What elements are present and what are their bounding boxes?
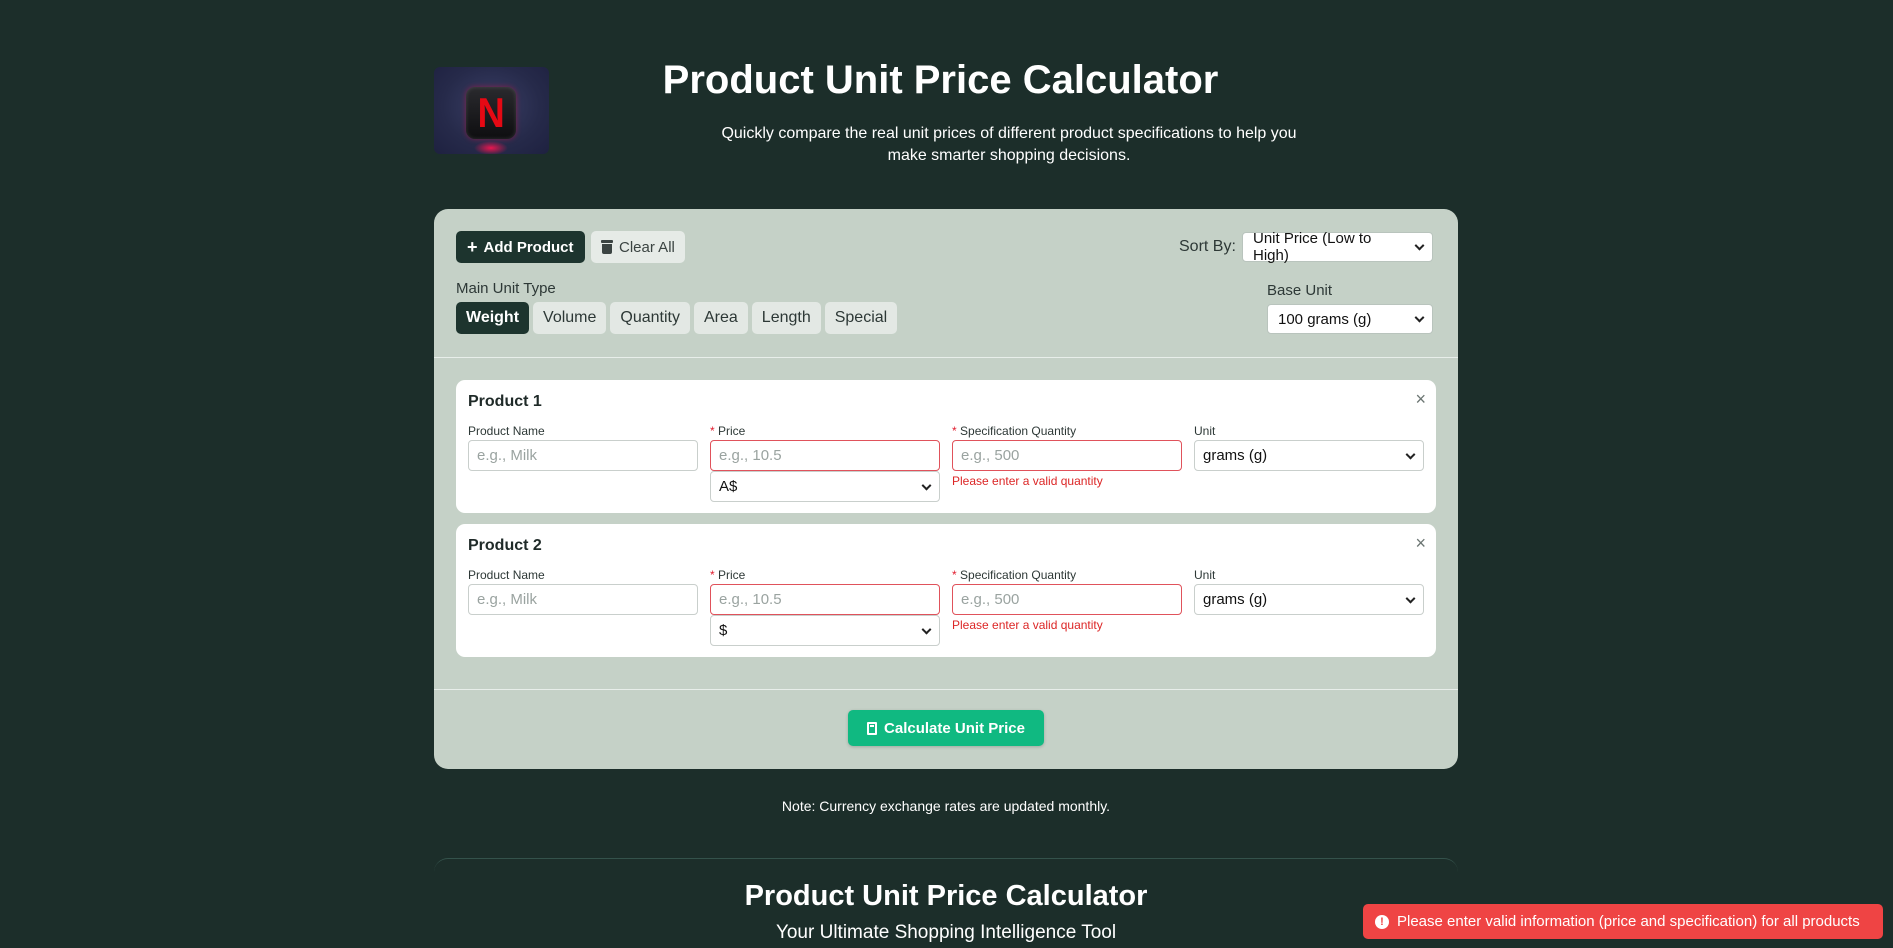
- base-unit-select[interactable]: 100 grams (g): [1267, 304, 1433, 334]
- plus-icon: +: [467, 237, 478, 257]
- chevron-down-icon: [921, 624, 932, 635]
- page-subtitle: Quickly compare the real unit prices of …: [721, 125, 1297, 164]
- price-input[interactable]: e.g., 10.5: [710, 584, 940, 615]
- price-input[interactable]: e.g., 10.5: [710, 440, 940, 471]
- chevron-down-icon: [1414, 312, 1425, 323]
- unit-value: grams (g): [1203, 447, 1268, 464]
- product-card: Product 1 × Product Name e.g., Milk * Pr…: [456, 380, 1436, 513]
- product-name-input[interactable]: e.g., Milk: [468, 440, 698, 471]
- calculator-card: + Add Product Clear All Sort By: Unit Pr…: [434, 209, 1458, 769]
- unit-select[interactable]: grams (g): [1194, 440, 1424, 471]
- unit-label: Unit: [1194, 568, 1216, 582]
- spec-qty-input[interactable]: e.g., 500: [952, 440, 1182, 471]
- clear-all-button[interactable]: Clear All: [591, 231, 685, 263]
- product-name-placeholder: e.g., Milk: [477, 447, 538, 464]
- calculate-button[interactable]: Calculate Unit Price: [848, 710, 1044, 746]
- qty-error-message: Please enter a valid quantity: [952, 474, 1103, 488]
- base-unit-value: 100 grams (g): [1278, 310, 1372, 328]
- tab-area[interactable]: Area: [694, 302, 748, 334]
- product-name-label: Product Name: [468, 568, 545, 582]
- price-placeholder: e.g., 10.5: [719, 447, 782, 464]
- calculate-label: Calculate Unit Price: [884, 719, 1025, 737]
- price-label: * Price: [710, 424, 746, 438]
- currency-select[interactable]: $: [710, 615, 940, 646]
- spec-qty-placeholder: e.g., 500: [961, 447, 1020, 464]
- add-product-label: Add Product: [483, 238, 574, 256]
- product-card: Product 2 × Product Name e.g., Milk * Pr…: [456, 524, 1436, 657]
- unit-type-tabs: Weight Volume Quantity Area Length Speci…: [456, 302, 898, 334]
- product-title: Product 1: [468, 393, 542, 410]
- exchange-rate-note: Note: Currency exchange rates are update…: [781, 798, 1111, 814]
- price-placeholder: e.g., 10.5: [719, 591, 782, 608]
- chevron-down-icon: [921, 480, 932, 491]
- product-title: Product 2: [468, 537, 542, 554]
- info-subtitle: Your Ultimate Shopping Intelligence Tool: [775, 922, 1117, 943]
- spec-qty-label: * Specification Quantity: [952, 424, 1077, 438]
- spec-qty-label: * Specification Quantity: [952, 568, 1077, 582]
- chevron-down-icon: [1405, 593, 1416, 604]
- qty-error-message: Please enter a valid quantity: [952, 618, 1103, 632]
- product-name-input[interactable]: e.g., Milk: [468, 584, 698, 615]
- info-title: Product Unit Price Calculator: [744, 880, 1148, 912]
- unit-type-label: Main Unit Type: [456, 280, 556, 297]
- currency-value: A$: [719, 478, 738, 495]
- close-icon[interactable]: ×: [1415, 390, 1426, 408]
- tab-quantity[interactable]: Quantity: [610, 302, 690, 334]
- toast-message: Please enter valid information (price an…: [1397, 913, 1860, 930]
- chevron-down-icon: [1414, 240, 1425, 251]
- unit-value: grams (g): [1203, 591, 1268, 608]
- base-unit-label: Base Unit: [1267, 282, 1333, 299]
- close-icon[interactable]: ×: [1415, 534, 1426, 552]
- unit-select[interactable]: grams (g): [1194, 584, 1424, 615]
- spec-qty-input[interactable]: e.g., 500: [952, 584, 1182, 615]
- currency-select[interactable]: A$: [710, 471, 940, 502]
- tab-length[interactable]: Length: [751, 302, 821, 334]
- spec-qty-placeholder: e.g., 500: [961, 591, 1020, 608]
- product-name-placeholder: e.g., Milk: [477, 591, 538, 608]
- divider: [434, 689, 1458, 690]
- sort-label: Sort By:: [1179, 238, 1236, 255]
- sort-select[interactable]: Unit Price (Low to High): [1242, 230, 1433, 264]
- alert-icon: !: [1375, 914, 1389, 929]
- tab-special[interactable]: Special: [824, 302, 898, 334]
- divider: [434, 357, 1458, 358]
- page-title: Product Unit Price Calculator: [662, 58, 1219, 102]
- trash-icon: [601, 240, 613, 254]
- sort-value: Unit Price (Low to High): [1253, 230, 1372, 264]
- product-name-label: Product Name: [468, 424, 545, 438]
- price-label: * Price: [710, 568, 746, 582]
- tab-weight[interactable]: Weight: [456, 302, 530, 334]
- chevron-down-icon: [1405, 449, 1416, 460]
- calculator-icon: [867, 721, 878, 735]
- add-product-button[interactable]: + Add Product: [456, 231, 585, 263]
- currency-value: $: [719, 622, 728, 639]
- error-toast: ! Please enter valid information (price …: [1363, 904, 1883, 939]
- clear-all-label: Clear All: [619, 238, 675, 256]
- unit-label: Unit: [1194, 424, 1216, 438]
- tab-volume[interactable]: Volume: [533, 302, 607, 334]
